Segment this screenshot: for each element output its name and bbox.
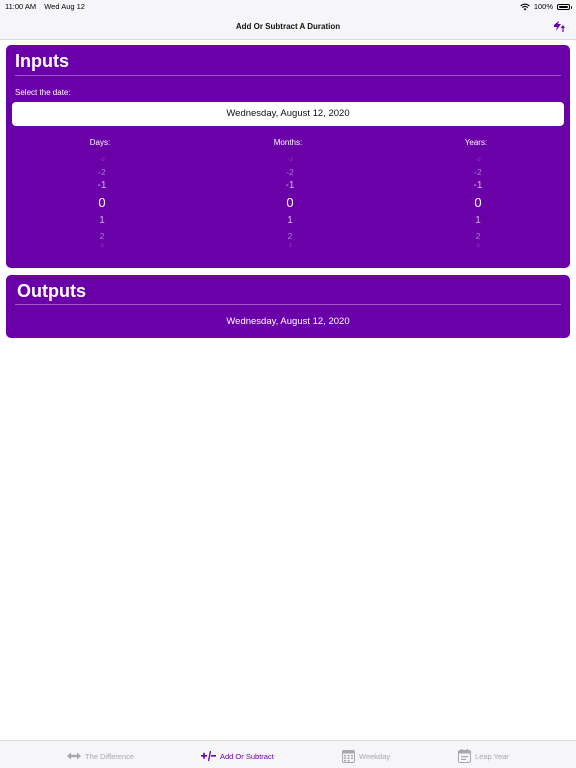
- double-arrow-icon: [67, 752, 81, 760]
- navigation-bar: Add Or Subtract A Duration: [0, 14, 576, 40]
- picker-value[interactable]: 3: [72, 243, 132, 249]
- picker-selected-value[interactable]: 0: [72, 195, 132, 210]
- picker-value[interactable]: -2: [260, 167, 320, 177]
- years-picker[interactable]: -3 -2 -1 0 1 2 3: [448, 157, 508, 257]
- picker-value[interactable]: 2: [72, 231, 132, 241]
- picker-value[interactable]: 1: [448, 215, 508, 226]
- outputs-card: Outputs Wednesday, August 12, 2020: [6, 275, 570, 338]
- status-bar: 11:00 AM Wed Aug 12 100%: [0, 0, 576, 14]
- battery-percent: 100%: [533, 2, 553, 11]
- tab-add-or-subtract[interactable]: Add Or Subtract: [201, 748, 274, 764]
- outputs-divider: [15, 304, 561, 305]
- calendar-icon: [342, 750, 355, 763]
- plus-minus-icon: [201, 750, 216, 762]
- picker-value[interactable]: 1: [260, 215, 320, 226]
- picker-value[interactable]: 3: [260, 243, 320, 249]
- calendar-page-icon: [458, 749, 471, 763]
- wifi-icon: [520, 3, 530, 10]
- outputs-title: Outputs: [17, 281, 86, 301]
- picker-selected-value[interactable]: 0: [448, 195, 508, 210]
- status-time: 11:00 AM: [5, 2, 37, 11]
- swap-arrows-icon: [554, 21, 565, 32]
- tab-label: Leap Year: [475, 751, 509, 761]
- date-selector[interactable]: Wednesday, August 12, 2020: [12, 102, 564, 126]
- inputs-card: Inputs Select the date: Wednesday, Augus…: [6, 45, 570, 268]
- swap-button[interactable]: [552, 19, 566, 33]
- result-date: Wednesday, August 12, 2020: [226, 316, 350, 327]
- picker-value[interactable]: -2: [448, 167, 508, 177]
- tab-label: Weekday: [359, 751, 391, 761]
- tab-the-difference[interactable]: The Difference: [67, 748, 134, 764]
- picker-value[interactable]: 3: [448, 243, 508, 249]
- months-picker[interactable]: -3 -2 -1 0 1 2 3: [260, 157, 320, 257]
- battery-icon: [557, 3, 572, 10]
- picker-value[interactable]: 2: [448, 231, 508, 241]
- tab-leap-year[interactable]: Leap Year: [458, 748, 509, 764]
- picker-value[interactable]: -1: [72, 180, 132, 191]
- tab-label: Add Or Subtract: [220, 751, 274, 761]
- page-title: Add Or Subtract A Duration: [235, 22, 341, 31]
- picker-value[interactable]: -3: [260, 157, 320, 163]
- picker-value[interactable]: -3: [448, 157, 508, 163]
- days-label: Days:: [89, 138, 111, 147]
- tab-label: The Difference: [85, 751, 135, 761]
- picker-value[interactable]: -1: [448, 180, 508, 191]
- picker-value[interactable]: -3: [72, 157, 132, 163]
- inputs-divider: [15, 75, 561, 76]
- days-picker[interactable]: -3 -2 -1 0 1 2 3: [72, 157, 132, 257]
- months-label: Months:: [273, 138, 303, 147]
- tab-weekday[interactable]: Weekday: [342, 748, 390, 764]
- picker-selected-value[interactable]: 0: [260, 195, 320, 210]
- picker-value[interactable]: 2: [260, 231, 320, 241]
- picker-value[interactable]: -1: [260, 180, 320, 191]
- status-date: Wed Aug 12: [44, 2, 85, 11]
- inputs-title: Inputs: [15, 51, 69, 71]
- tab-bar: The Difference Add Or Subtract Weekday L…: [0, 740, 576, 768]
- picker-value[interactable]: 1: [72, 215, 132, 226]
- picker-value[interactable]: -2: [72, 167, 132, 177]
- years-label: Years:: [464, 138, 488, 147]
- select-date-label: Select the date:: [15, 88, 71, 97]
